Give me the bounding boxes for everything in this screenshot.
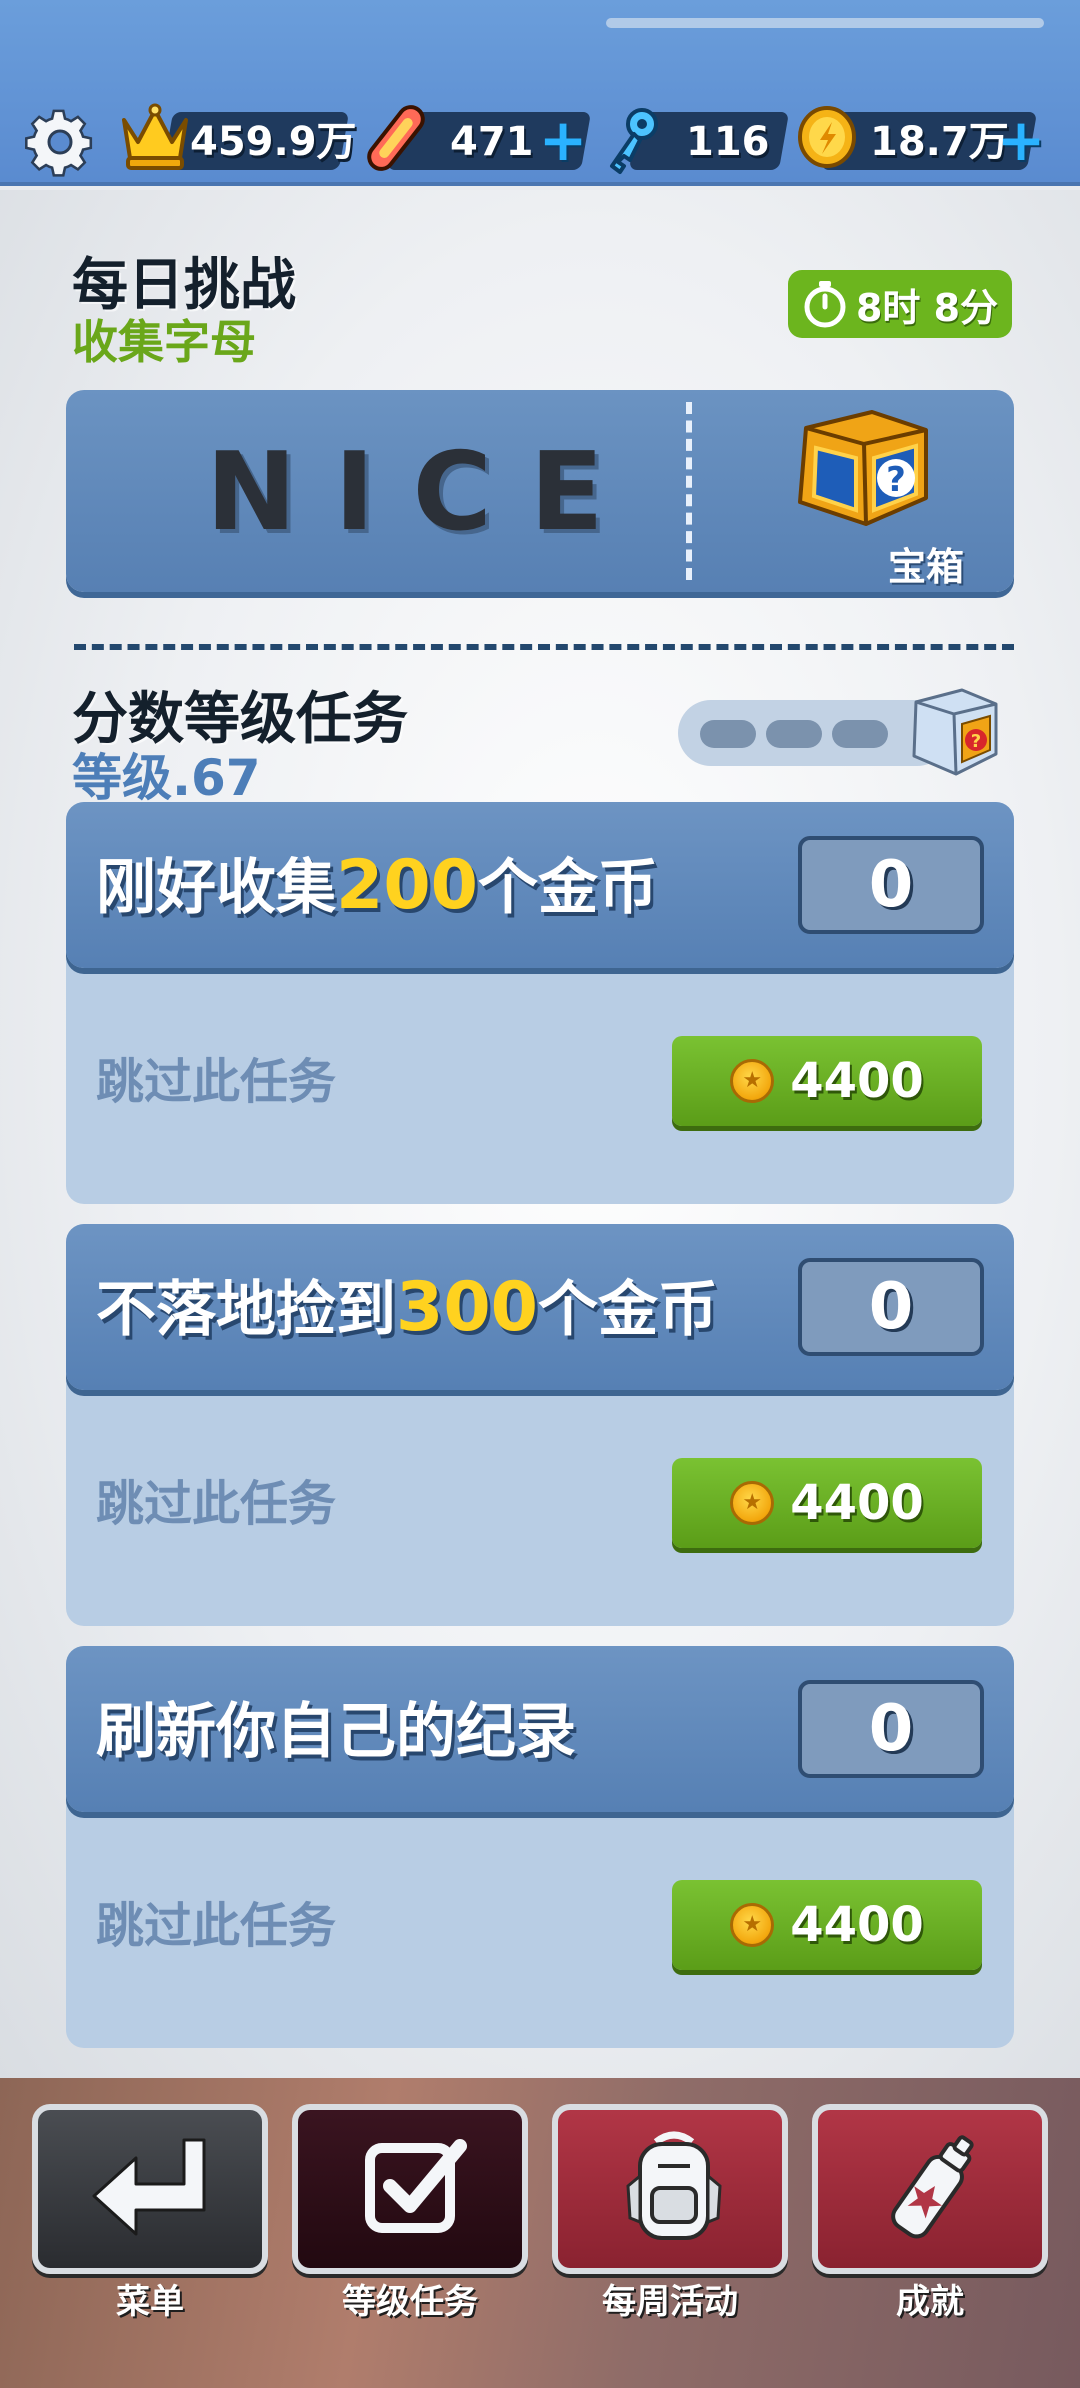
skip-label: 跳过此任务 — [96, 1476, 337, 1532]
nav-menu-button[interactable] — [32, 2104, 268, 2274]
scroll-handle[interactable] — [606, 18, 1044, 28]
daily-timer: 8时 8分 — [788, 270, 1012, 338]
gear-icon[interactable] — [22, 104, 98, 180]
card-divider — [686, 402, 692, 580]
mission-progress: 0 — [798, 836, 984, 934]
hoverboards-value: 471 — [450, 119, 534, 165]
spray-can-icon — [891, 2135, 974, 2239]
daily-timer-value: 8时 8分 — [855, 285, 999, 330]
coin-icon — [730, 1059, 775, 1103]
buy-coins-button[interactable]: + — [996, 111, 1046, 169]
skip-label: 跳过此任务 — [96, 1054, 337, 1110]
mission-title: 刷新你自己的纪录 — [96, 1697, 576, 1767]
checkbox-icon — [365, 2139, 467, 2233]
stopwatch-icon — [804, 281, 846, 328]
letters-card: NICE ? 宝箱 — [66, 390, 1014, 592]
nav-achievements-button[interactable] — [812, 2104, 1048, 2274]
mission-card: 刚好收集200个金币 0 跳过此任务 4400 — [66, 802, 1014, 1204]
coin-icon — [798, 106, 856, 168]
nav-weekly-button[interactable] — [552, 2104, 788, 2274]
hoverboard-icon — [367, 105, 425, 171]
mission-header: 刷新你自己的纪录 0 — [66, 1646, 1014, 1812]
collect-word: NICE — [206, 430, 642, 555]
mission-card: 刷新你自己的纪录 0 跳过此任务 4400 — [66, 1646, 1014, 2048]
mission-title: 刚好收集200个金币 — [96, 846, 658, 925]
skip-cost: 4400 — [790, 1053, 924, 1109]
skip-label: 跳过此任务 — [96, 1898, 337, 1954]
mystery-box-icon[interactable]: ? — [786, 406, 936, 530]
buy-hoverboards-button[interactable]: + — [538, 111, 588, 169]
reward-box-icon: ? — [912, 688, 998, 776]
nav-missions-label: 等级任务 — [342, 2282, 478, 2322]
nav-menu-label: 菜单 — [116, 2282, 184, 2322]
mission-title: 不落地捡到300个金币 — [96, 1268, 718, 1347]
mission-header: 刚好收集200个金币 0 — [66, 802, 1014, 968]
nav-achievements-label: 成就 — [896, 2282, 964, 2322]
section-divider — [74, 644, 1014, 650]
skip-mission-button[interactable]: 4400 — [672, 1880, 982, 1970]
return-arrow-icon — [92, 2138, 206, 2236]
nav-missions-button[interactable] — [292, 2104, 528, 2274]
bottom-nav: 菜单 等级任务 每周活动 成就 — [0, 2078, 1080, 2388]
coins-value: 18.7万 — [870, 119, 1009, 165]
coin-icon — [730, 1481, 775, 1525]
mission-progress: 0 — [798, 1258, 984, 1356]
key-icon — [610, 108, 658, 174]
progress-segment — [766, 720, 822, 748]
keys-value: 116 — [686, 119, 770, 165]
coin-icon — [730, 1903, 775, 1947]
backpack-icon — [626, 2131, 722, 2240]
skip-cost: 4400 — [790, 1897, 924, 1953]
crown-icon — [122, 103, 188, 170]
nav-weekly-label: 每周活动 — [602, 2282, 738, 2322]
skip-cost: 4400 — [790, 1475, 924, 1531]
progress-segment — [700, 720, 756, 748]
currency-bar: 459.9万 471 + 116 18.7万 + — [0, 0, 1080, 186]
svg-text:?: ? — [886, 460, 906, 500]
mission-progress: 0 — [798, 1680, 984, 1778]
crowns-value: 459.9万 — [190, 119, 357, 165]
skip-mission-button[interactable]: 4400 — [672, 1458, 982, 1548]
skip-mission-button[interactable]: 4400 — [672, 1036, 982, 1126]
mission-level: 等级.67 — [72, 749, 261, 807]
chest-label: 宝箱 — [887, 545, 964, 589]
mission-header: 不落地捡到300个金币 0 — [66, 1224, 1014, 1390]
mission-card: 不落地捡到300个金币 0 跳过此任务 4400 — [66, 1224, 1014, 1626]
progress-segment — [832, 720, 888, 748]
svg-text:?: ? — [971, 731, 981, 752]
daily-challenge-subtitle: 收集字母 — [72, 315, 256, 369]
